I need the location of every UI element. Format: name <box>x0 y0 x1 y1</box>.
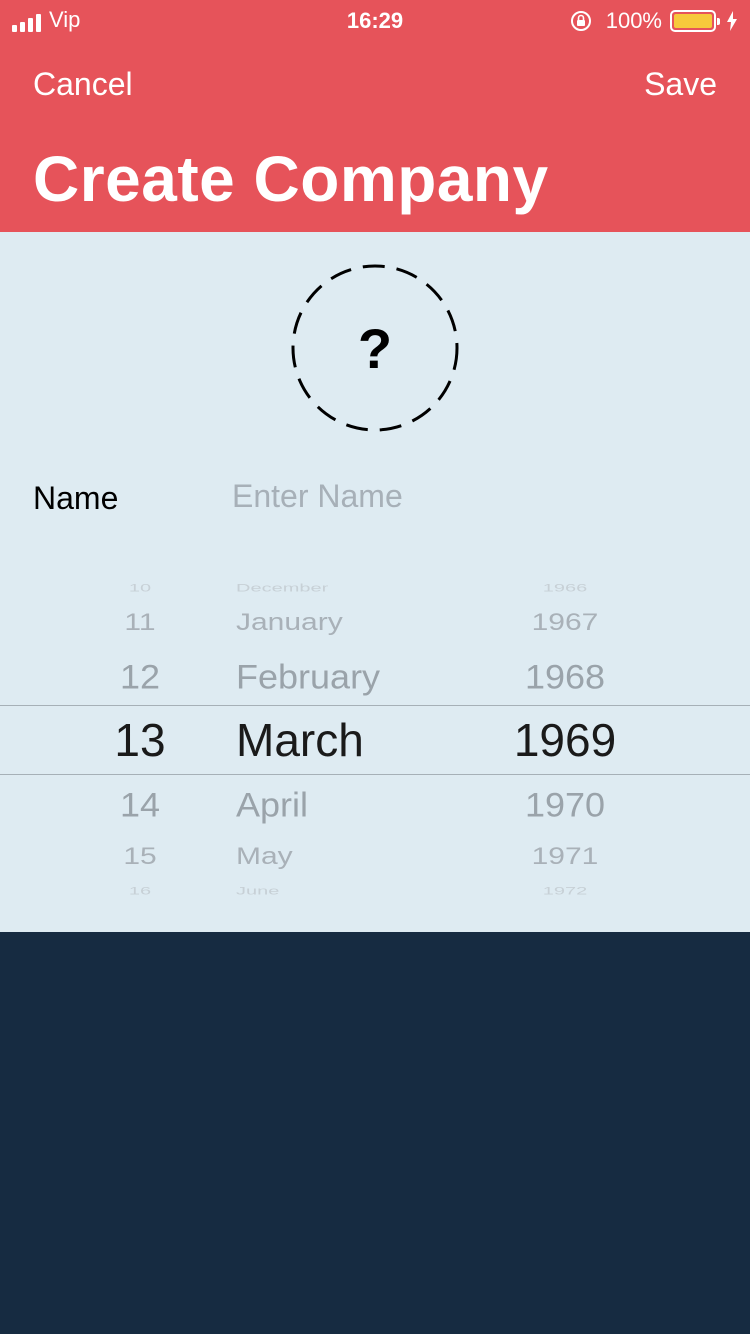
picker-day-item[interactable]: 11 <box>40 611 240 635</box>
page-title: Create Company <box>33 143 549 215</box>
picker-year-item[interactable]: 1968 <box>465 659 665 694</box>
picker-year-item[interactable]: 1966 <box>465 583 665 594</box>
save-button[interactable]: Save <box>644 66 717 103</box>
picker-day-item[interactable]: 13 <box>40 717 240 763</box>
question-mark-icon: ? <box>291 264 459 432</box>
cancel-button[interactable]: Cancel <box>33 66 133 103</box>
orientation-lock-icon <box>570 11 591 31</box>
picker-selection-bottom-line <box>0 774 750 775</box>
picker-day-item[interactable]: 12 <box>40 659 240 694</box>
picker-month-item[interactable]: June <box>236 886 279 897</box>
picker-year-item[interactable]: 1969 <box>465 717 665 763</box>
picker-year-item[interactable]: 1971 <box>465 845 665 869</box>
name-input[interactable] <box>232 474 712 518</box>
company-image-picker[interactable]: ? <box>291 264 459 432</box>
picker-month-item[interactable]: January <box>236 611 343 635</box>
form-container: ? Name 10 11 12 13 14 15 16 December January Febr… <box>0 232 750 932</box>
svg-text:?: ? <box>358 317 392 380</box>
navigation-header: Vip 16:29 100% Cancel Save Create Compan… <box>0 0 750 232</box>
picker-month-item[interactable]: May <box>236 845 293 869</box>
battery-fill <box>674 14 712 28</box>
charging-bolt-icon <box>727 11 737 31</box>
picker-year-item[interactable]: 1970 <box>465 787 665 822</box>
picker-day-item[interactable]: 15 <box>40 845 240 869</box>
picker-day-item[interactable]: 10 <box>40 583 240 594</box>
picker-month-item[interactable]: April <box>236 787 308 822</box>
picker-month-item[interactable]: December <box>236 583 328 594</box>
picker-selection-top-line <box>0 705 750 706</box>
status-bar: Vip 16:29 100% <box>0 0 750 40</box>
name-label: Name <box>33 480 119 516</box>
picker-day-item[interactable]: 14 <box>40 787 240 822</box>
date-picker[interactable]: 10 11 12 13 14 15 16 December January February Mar… <box>0 572 750 902</box>
picker-month-item[interactable]: February <box>236 659 380 694</box>
battery-percent: 100% <box>605 8 662 33</box>
picker-year-item[interactable]: 1967 <box>465 611 665 635</box>
picker-year-item[interactable]: 1972 <box>465 886 665 897</box>
picker-day-item[interactable]: 16 <box>40 886 240 897</box>
picker-month-item[interactable]: March <box>236 717 364 763</box>
battery-status: 100% <box>570 8 738 34</box>
battery-icon <box>670 10 720 32</box>
